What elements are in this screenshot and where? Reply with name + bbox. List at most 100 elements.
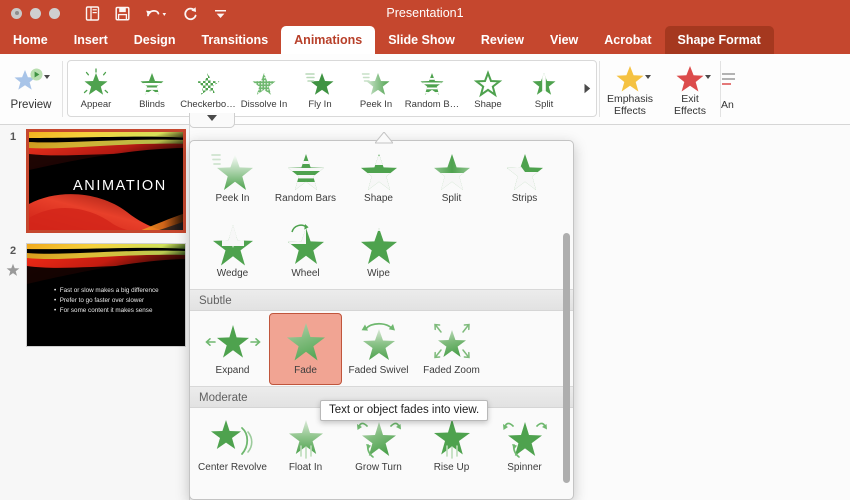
slide-thumbnail-2[interactable]: • Fast or slow makes a big difference • … <box>26 243 186 347</box>
dropdown-item-expand[interactable]: Expand <box>196 313 269 385</box>
slide-list-item-2[interactable]: 2 • Fast or slow makes a big difference … <box>0 243 186 347</box>
gallery-item-appear[interactable]: Appear <box>68 61 124 116</box>
dropdown-item-label: Shape <box>364 193 393 204</box>
dropdown-item-faded-zoom[interactable]: Faded Zoom <box>415 313 488 385</box>
emphasis-dropdown-caret-icon[interactable] <box>645 74 651 79</box>
slide-list-item-1[interactable]: 1 ANIMATION <box>0 129 186 233</box>
dropdown-item-shape[interactable]: Shape <box>342 141 415 213</box>
dropdown-item-strips[interactable]: Strips <box>488 141 561 213</box>
quick-access-toolbar <box>84 5 229 22</box>
exit-star-icon <box>676 65 704 91</box>
animation-pane-button[interactable]: An <box>721 54 747 124</box>
tab-review[interactable]: Review <box>468 26 537 54</box>
tab-home[interactable]: Home <box>0 26 61 54</box>
dropdown-item-faded-swivel[interactable]: Faded Swivel <box>342 313 415 385</box>
emphasis-label-line1: Emphasis <box>606 92 654 105</box>
faded-zoom-star-icon <box>427 318 477 364</box>
save-icon[interactable] <box>114 5 131 22</box>
dropdown-item-empty-1 <box>415 216 488 288</box>
grow-turn-star-icon <box>353 415 405 461</box>
tab-transitions[interactable]: Transitions <box>188 26 281 54</box>
dropdown-item-label: Faded Zoom <box>423 365 480 376</box>
gallery-item-random-bars[interactable]: Random B… <box>404 61 460 116</box>
strips-star-icon <box>503 146 547 192</box>
random-bars-star-icon <box>420 72 444 95</box>
slide-thumbnail-panel[interactable]: 1 ANIMATION 2 • Fast or slow makes a big… <box>0 125 190 500</box>
emphasis-star-icon <box>616 65 644 91</box>
emphasis-label-line2: Effects <box>614 104 646 117</box>
slide-1-title-text: ANIMATION <box>73 178 167 194</box>
preview-star-icon <box>14 67 50 97</box>
exit-label-line2: Effects <box>674 104 706 117</box>
blinds-star-icon <box>140 72 164 95</box>
bullet-text: For some content it makes sense <box>59 307 153 314</box>
dropdown-item-wipe[interactable]: Wipe <box>342 216 415 288</box>
gallery-item-dissolve-in[interactable]: Dissolve In <box>236 61 292 116</box>
exit-effects-button[interactable]: Exit Effects <box>660 54 720 124</box>
random-bars-star-icon <box>284 146 328 192</box>
fly-in-star-icon <box>305 72 334 95</box>
peek-in-star-icon <box>210 146 255 192</box>
close-button[interactable] <box>11 7 22 19</box>
dissolve-in-star-icon <box>252 72 276 95</box>
dropdown-item-fade[interactable]: Fade <box>269 313 342 385</box>
tab-insert[interactable]: Insert <box>61 26 121 54</box>
tab-design[interactable]: Design <box>121 26 189 54</box>
dropdown-item-random-bars[interactable]: Random Bars <box>269 141 342 213</box>
emphasis-effects-button[interactable]: Emphasis Effects <box>600 54 660 124</box>
gallery-item-peek-in[interactable]: Peek In <box>348 61 404 116</box>
dropdown-row-subtle: Expand Fade Faded Swivel Faded Zoom <box>190 311 573 386</box>
tab-view[interactable]: View <box>537 26 591 54</box>
tab-slide-show[interactable]: Slide Show <box>375 26 468 54</box>
dropdown-item-label: Float In <box>288 462 323 473</box>
tab-animations[interactable]: Animations <box>281 26 376 54</box>
exit-dropdown-caret-icon[interactable] <box>705 74 711 79</box>
slide-1-artwork: ANIMATION <box>29 132 183 230</box>
dropdown-item-label: Center Revolve <box>198 462 267 473</box>
redo-icon[interactable] <box>182 5 199 22</box>
slide-thumbnail-1[interactable]: ANIMATION <box>26 129 186 233</box>
dropdown-item-split[interactable]: Split <box>415 141 488 213</box>
gallery-item-split[interactable]: Split <box>516 61 572 116</box>
dropdown-item-spinner[interactable]: Spinner <box>488 410 561 482</box>
dropdown-row-entrance-2: Peek In Random Bars Shape Split Strips <box>190 141 573 214</box>
dropdown-item-wedge[interactable]: Wedge <box>196 216 269 288</box>
zoom-button[interactable] <box>49 7 60 19</box>
view-toggle-icon[interactable] <box>84 5 101 22</box>
gallery-item-label: Split <box>534 98 554 110</box>
dropdown-item-label: Wheel <box>291 268 320 279</box>
gallery-item-blinds[interactable]: Blinds <box>124 61 180 116</box>
tab-acrobat[interactable]: Acrobat <box>591 26 664 54</box>
slide-2-bullet-2: • Prefer to go faster over slower <box>54 297 145 304</box>
tab-shape-format[interactable]: Shape Format <box>664 26 774 54</box>
dropdown-item-label: Fade <box>294 365 317 376</box>
dropdown-item-label: Peek In <box>215 193 250 204</box>
gallery-item-shape[interactable]: Shape <box>460 61 516 116</box>
undo-icon[interactable] <box>144 5 169 22</box>
dropdown-item-center-revolve[interactable]: Center Revolve <box>196 410 269 482</box>
gallery-item-fly-in[interactable]: Fly In <box>292 61 348 116</box>
gallery-item-checkerboard[interactable]: Checkerbo… <box>180 61 236 116</box>
faded-swivel-star-icon <box>354 318 404 364</box>
customize-toolbar-icon[interactable] <box>212 5 229 22</box>
gallery-item-label: Dissolve In <box>240 98 288 110</box>
dropdown-scrollbar-thumb[interactable] <box>563 233 570 483</box>
gallery-more-arrow-icon[interactable] <box>580 78 594 100</box>
bullet-text: Fast or slow makes a big difference <box>59 287 159 294</box>
gallery-expand-button[interactable] <box>189 113 235 128</box>
preview-button[interactable]: Preview <box>0 54 62 124</box>
gallery-item-label: Random B… <box>404 98 460 110</box>
dropdown-item-wheel[interactable]: Wheel <box>269 216 342 288</box>
split-star-icon <box>532 72 556 95</box>
title-bar: Presentation1 <box>0 0 850 26</box>
slide-2-bullet-3: • For some content it makes sense <box>54 307 153 314</box>
dropdown-item-label: Expand <box>215 365 250 376</box>
animation-star-icon[interactable] <box>0 257 26 277</box>
dropdown-item-label: Strips <box>511 193 538 204</box>
minimize-button[interactable] <box>30 7 41 19</box>
wheel-star-icon <box>284 221 328 267</box>
dropdown-item-peek-in[interactable]: Peek In <box>196 141 269 213</box>
dropdown-item-label: Spinner <box>507 462 542 473</box>
slide-number: 2 <box>9 245 17 257</box>
animation-pane-icon <box>722 72 735 85</box>
